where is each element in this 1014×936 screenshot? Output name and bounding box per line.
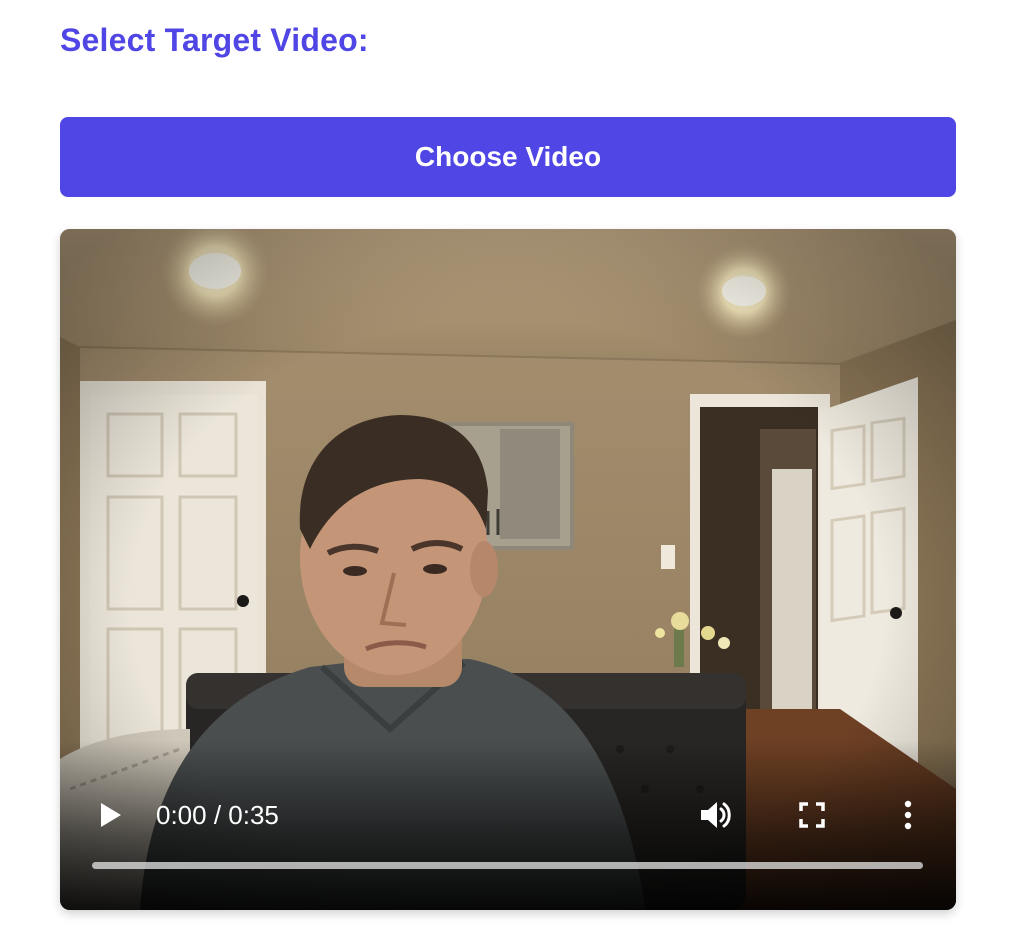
fullscreen-icon xyxy=(799,802,825,828)
section-title: Select Target Video: xyxy=(60,22,369,58)
progress-bar[interactable] xyxy=(92,862,923,869)
play-icon xyxy=(101,803,121,827)
choose-video-button[interactable]: Choose Video xyxy=(60,117,956,197)
play-button[interactable] xyxy=(92,797,128,833)
more-options-icon xyxy=(904,800,912,830)
video-player[interactable]: 0:00 / 0:35 xyxy=(60,229,956,910)
more-options-button[interactable] xyxy=(890,795,926,835)
time-display: 0:00 / 0:35 xyxy=(156,800,279,830)
fullscreen-button[interactable] xyxy=(794,797,830,833)
page: Select Target Video: Choose Video 0:00 /… xyxy=(0,0,1014,936)
volume-icon xyxy=(701,802,731,828)
mute-button[interactable] xyxy=(696,795,736,835)
